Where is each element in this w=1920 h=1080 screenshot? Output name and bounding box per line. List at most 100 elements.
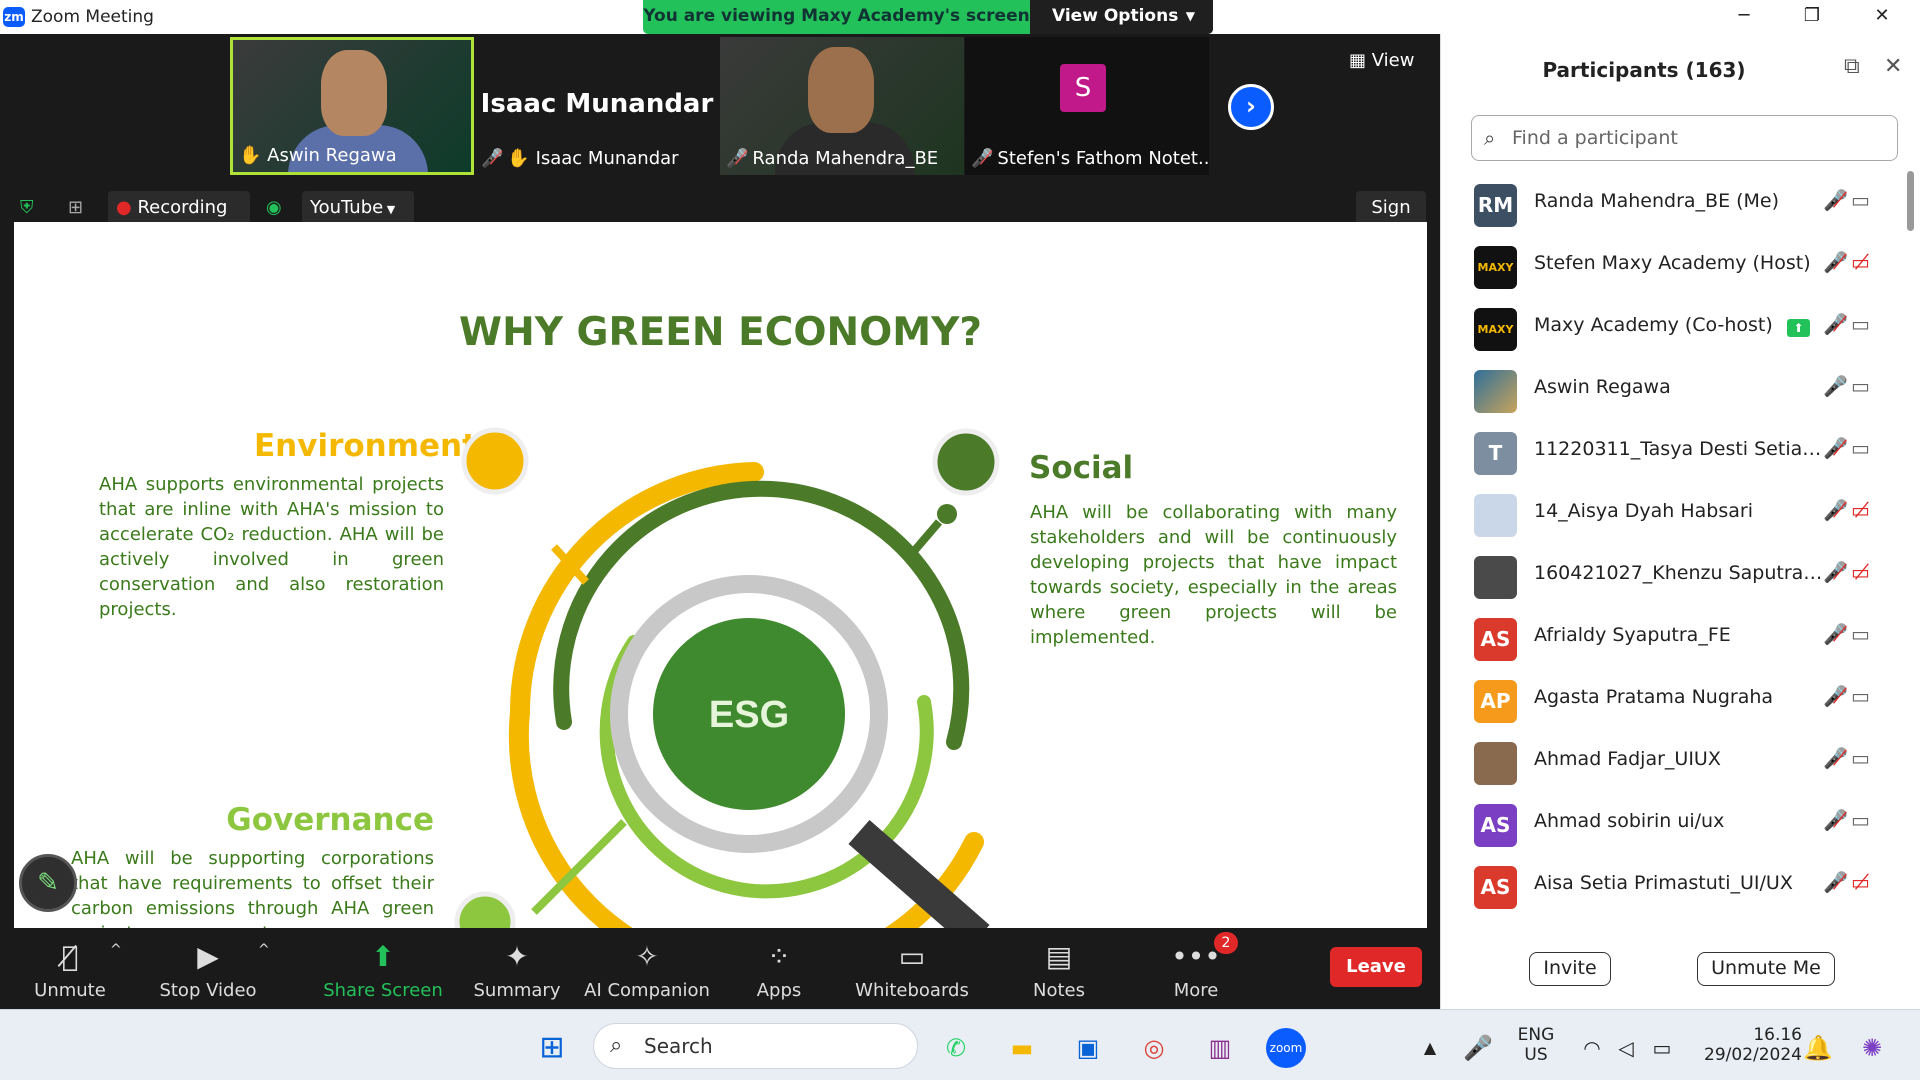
mic-icon: 🎤 — [1823, 374, 1848, 398]
close-icon[interactable]: ✕ — [1852, 0, 1912, 34]
participant-row[interactable]: 14_Aisya Dyah Habsari 🎤̸ ▭̸ — [1441, 482, 1911, 544]
whatsapp-icon[interactable]: ✆ — [936, 1028, 976, 1068]
stream-dropdown[interactable]: YouTube ▼ — [302, 191, 414, 225]
avatar — [1474, 370, 1517, 413]
participant-row[interactable]: Ahmad Fadjar_UIUX 🎤̸ ▭ — [1441, 730, 1911, 792]
mic-icon[interactable]: 🎤 — [1458, 1028, 1498, 1068]
sharing-screen-icon: ⬆ — [1787, 319, 1810, 337]
summary-button[interactable]: ✦ Summary — [470, 928, 564, 1009]
connector-line — [905, 519, 943, 560]
unmute-me-button[interactable]: Unmute Me — [1697, 952, 1835, 986]
participant-name: Aswin Regawa — [1534, 376, 1671, 398]
clock[interactable]: 16.16 29/02/2024 — [1692, 1025, 1802, 1065]
video-tile[interactable]: 🎤̸ Randa Mahendra_BE — [720, 37, 964, 175]
popout-icon[interactable]: ⧉ — [1844, 54, 1860, 79]
chevron-up-icon[interactable]: ▲ — [1410, 1028, 1450, 1068]
participant-row[interactable]: T 11220311_Tasya Desti Setiawan 🎤̸ ▭ — [1441, 420, 1911, 482]
notes-button[interactable]: ▤ Notes — [1016, 928, 1102, 1009]
participant-row[interactable]: MAXY Stefen Maxy Academy (Host) 🎤̸ ▭̸ — [1441, 234, 1911, 296]
invite-button[interactable]: Invite — [1529, 952, 1611, 986]
view-label: View — [1371, 50, 1415, 71]
chrome-icon[interactable]: ◎ — [1134, 1028, 1174, 1068]
participant-row[interactable]: AP Agasta Pratama Nugraha 🎤̸ ▭ — [1441, 668, 1911, 730]
participant-row[interactable]: RM Randa Mahendra_BE (Me) 🎤̸ ▭ — [1441, 172, 1911, 234]
copilot-icon[interactable]: ✺ — [1852, 1028, 1892, 1068]
video-tile[interactable]: ✋ Aswin Regawa — [230, 37, 474, 175]
share-screen-button[interactable]: ⬆ Share Screen — [318, 928, 448, 1009]
battery-icon[interactable]: ▭ — [1642, 1028, 1682, 1068]
mic-muted-icon: 🎤̸ — [1823, 436, 1848, 460]
notification-bell-icon[interactable]: 🔔 — [1798, 1028, 1838, 1068]
video-tile[interactable]: Isaac Munandar 🎤̸ ✋ Isaac Munandar — [475, 37, 719, 175]
clock-date: 29/02/2024 — [1704, 1045, 1802, 1065]
view-button[interactable]: ▦ View — [1349, 50, 1414, 71]
video-off-icon: ▭̸ — [1851, 250, 1870, 274]
shield-icon[interactable]: ⛨ — [12, 191, 48, 225]
annotate-pen-button[interactable]: ✎ — [19, 854, 77, 912]
close-icon[interactable]: ✕ — [1884, 54, 1902, 79]
participant-row[interactable]: 160421027_Khenzu Saputra Yu... 🎤̸ ▭̸ — [1441, 544, 1911, 606]
shared-screen: WHY GREEN ECONOMY? Environment AHA suppo… — [14, 222, 1427, 928]
store-icon[interactable]: ▣ — [1068, 1028, 1108, 1068]
tile-big-name: Isaac Munandar — [480, 89, 714, 119]
stop-video-button[interactable]: ▶ Stop Video — [150, 928, 266, 1009]
volume-icon[interactable]: ◁ — [1606, 1028, 1646, 1068]
viewing-banner: You are viewing Maxy Academy's screen Vi… — [643, 0, 1213, 34]
avatar: S — [1060, 64, 1106, 112]
mic-muted-icon: 🎤̸ — [726, 148, 749, 169]
participant-name: Stefen Maxy Academy (Host) — [1534, 252, 1811, 274]
share-screen-icon: ⬆ — [371, 940, 395, 973]
search-icon: ⌕ — [1484, 126, 1496, 150]
participant-row[interactable]: AS Aisa Setia Primastuti_UI/UX 🎤̸ ▭̸ — [1441, 854, 1911, 916]
taskbar-search-label: Search — [644, 1034, 713, 1058]
mic-muted-icon: 🎤̸ — [1823, 188, 1848, 212]
file-explorer-icon[interactable]: ▬ — [1002, 1028, 1042, 1068]
taskbar-search[interactable]: ⌕ Search — [593, 1023, 918, 1069]
scrollbar[interactable] — [1907, 171, 1914, 231]
recording-indicator[interactable]: ● Recording — [108, 191, 250, 225]
participant-name: Afrialdy Syaputra_FE — [1534, 624, 1731, 646]
participant-row[interactable]: Aswin Regawa 🎤 ▭ — [1441, 358, 1911, 420]
avatar: AS — [1474, 804, 1517, 847]
next-page-button[interactable]: › — [1228, 84, 1274, 130]
participant-row[interactable]: AS Afrialdy Syaputra_FE 🎤̸ ▭ — [1441, 606, 1911, 668]
mic-muted-icon: 🎙̸ — [61, 940, 79, 973]
notification-badge: 2 — [1214, 932, 1238, 954]
apps-button[interactable]: ⁘ Apps — [740, 928, 818, 1009]
mic-muted-icon: 🎤̸ — [1823, 498, 1848, 522]
sign-in-button[interactable]: Sign in — [1356, 191, 1426, 252]
stop-video-label: Stop Video — [159, 980, 257, 1001]
minimize-icon[interactable]: ─ — [1714, 0, 1774, 34]
unmute-label: Unmute — [34, 980, 106, 1001]
leave-button[interactable]: Leave — [1330, 947, 1422, 987]
whiteboards-label: Whiteboards — [855, 980, 969, 1001]
chevron-up-icon[interactable]: ^ — [258, 942, 270, 958]
zoom-logo-icon: zm — [3, 7, 25, 27]
ai-companion-button[interactable]: ✧ AI Companion — [584, 928, 710, 1009]
participant-search-input[interactable]: ⌕ Find a participant — [1471, 115, 1898, 161]
video-camera-icon: ▭ — [1851, 622, 1870, 646]
mic-muted-icon: 🎤̸ — [1823, 808, 1848, 832]
participant-row[interactable]: MAXY Maxy Academy (Co-host) ⬆ 🎤̸ ▭ — [1441, 296, 1911, 358]
winrar-icon[interactable]: ▥ — [1200, 1028, 1240, 1068]
summary-label: Summary — [473, 980, 561, 1001]
video-camera-icon: ▭ — [1851, 684, 1870, 708]
chevron-up-icon[interactable]: ^ — [110, 942, 122, 958]
participant-row[interactable]: AS Ahmad sobirin ui/ux 🎤̸ ▭ — [1441, 792, 1911, 854]
language-indicator[interactable]: ENG US — [1500, 1025, 1572, 1065]
restore-icon[interactable]: ❐ — [1782, 0, 1842, 34]
social-badge-icon — [932, 428, 1000, 496]
unmute-button[interactable]: 🎙̸ Unmute — [22, 928, 118, 1009]
more-label: More — [1173, 980, 1219, 1001]
search-placeholder: Find a participant — [1512, 127, 1678, 149]
zoom-taskbar-icon[interactable]: zoom — [1266, 1028, 1306, 1068]
view-options-button[interactable]: View Options ▼ — [1030, 0, 1213, 34]
ai-companion-label: AI Companion — [584, 980, 710, 1001]
avatar: AS — [1474, 618, 1517, 661]
grid-icon[interactable]: ⊞ — [60, 191, 96, 225]
video-off-icon: ▭̸ — [1851, 498, 1870, 522]
whiteboards-button[interactable]: ▭ Whiteboards — [846, 928, 978, 1009]
avatar: T — [1474, 432, 1517, 475]
windows-start-icon[interactable]: ⊞ — [532, 1028, 572, 1068]
rss-icon[interactable]: ◉ — [258, 191, 294, 225]
